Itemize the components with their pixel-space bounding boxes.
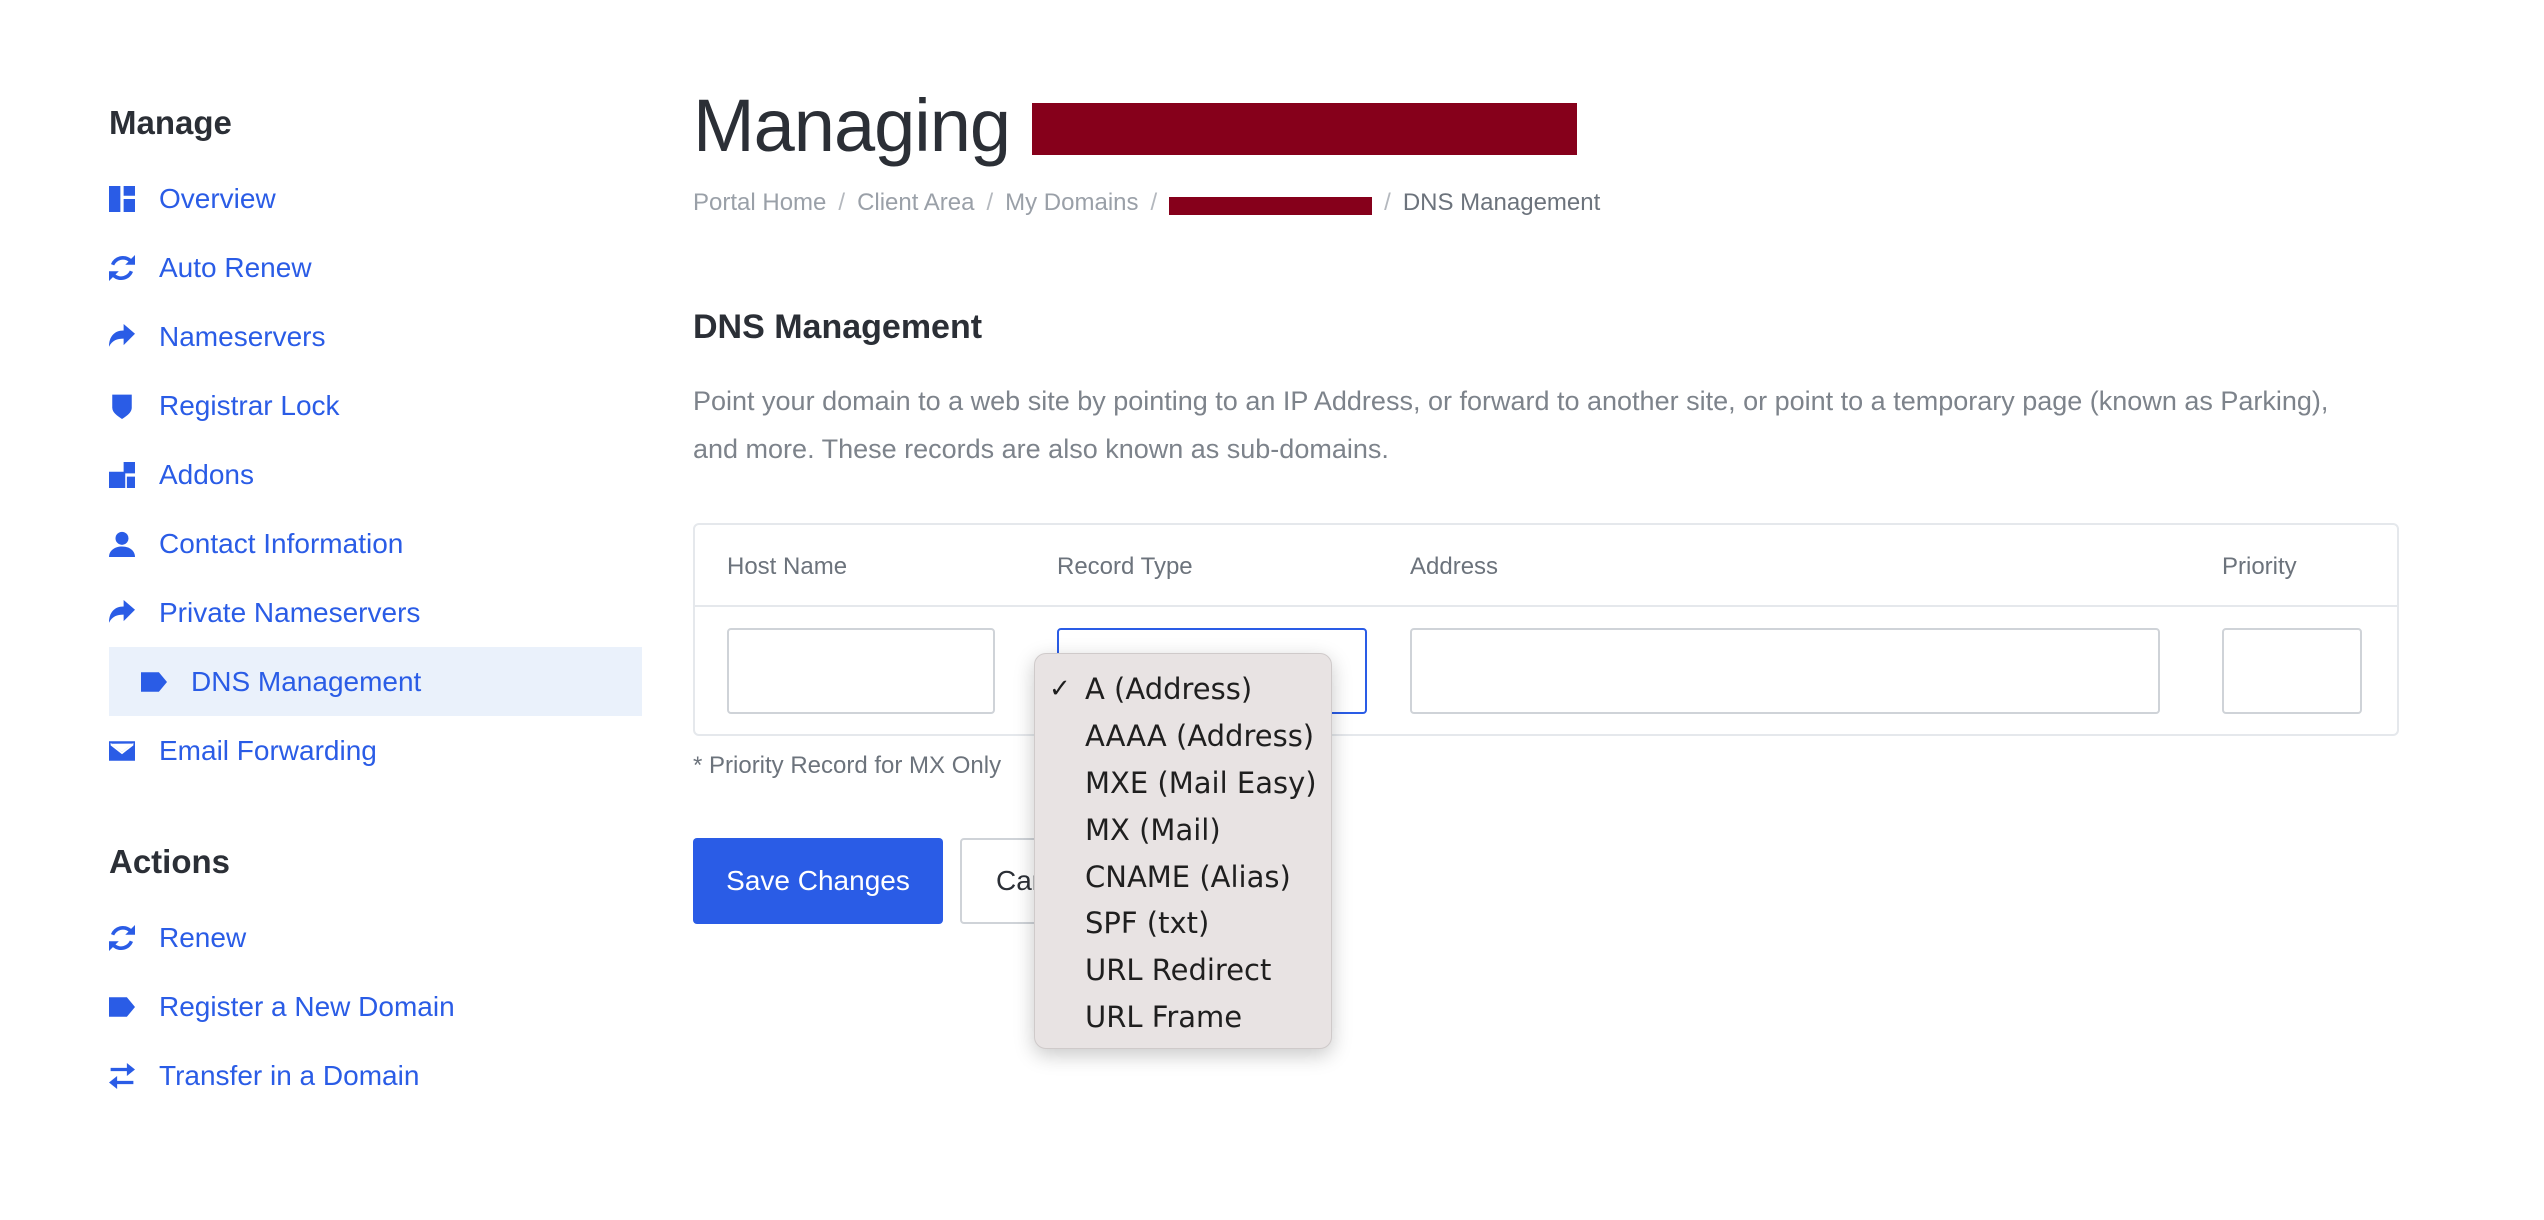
action-register-new-domain[interactable]: Register a New Domain <box>109 972 642 1041</box>
breadcrumb-portal-home[interactable]: Portal Home <box>693 189 826 217</box>
section-title: DNS Management <box>693 308 983 346</box>
breadcrumb-current: DNS Management <box>1402 189 1601 216</box>
record-type-option-url-frame[interactable]: URL Frame <box>1035 994 1331 1041</box>
sidebar-item-contact-information[interactable]: Contact Information <box>109 509 642 578</box>
host-name-input[interactable] <box>727 628 995 714</box>
option-label: A (Address) <box>1085 672 1253 707</box>
column-priority: Priority <box>2222 553 2297 580</box>
redacted-breadcrumb-domain[interactable] <box>1169 197 1373 215</box>
sidebar-item-private-nameservers[interactable]: Private Nameservers <box>109 578 642 647</box>
column-address: Address <box>1410 553 1499 580</box>
record-type-option-a[interactable]: ✓ A (Address) <box>1035 666 1331 713</box>
option-label: URL Frame <box>1085 999 1243 1034</box>
sidebar-item-auto-renew[interactable]: Auto Renew <box>109 233 642 302</box>
sync-icon <box>109 254 135 281</box>
sidebar: Manage Overview Auto Renew Nameservers R… <box>109 98 642 1110</box>
breadcrumb: Portal Home / Client Area / My Domains /… <box>693 188 2399 218</box>
action-transfer-domain[interactable]: Transfer in a Domain <box>109 1041 642 1110</box>
dashboard-icon <box>109 185 135 212</box>
main-content: Managing Portal Home / Client Area / My … <box>693 80 2399 924</box>
breadcrumb-separator: / <box>838 189 846 216</box>
tag-icon <box>109 994 135 1020</box>
share-arrow-icon <box>109 323 135 350</box>
sidebar-item-label: DNS Management <box>191 665 422 697</box>
tag-icon <box>141 669 167 695</box>
action-label: Register a New Domain <box>159 990 455 1022</box>
table-row <box>695 607 2397 736</box>
breadcrumb-my-domains[interactable]: My Domains <box>1005 189 1138 217</box>
section-description: Point your domain to a web site by point… <box>693 386 2329 464</box>
sidebar-item-overview[interactable]: Overview <box>109 164 642 233</box>
form-actions: Save Changes Cancel <box>693 838 2399 924</box>
page-header: Managing <box>693 80 2399 170</box>
address-input[interactable] <box>1410 628 2160 714</box>
page-title: Managing <box>693 83 1011 167</box>
sidebar-item-addons[interactable]: Addons <box>109 440 642 509</box>
sidebar-item-email-forwarding[interactable]: Email Forwarding <box>109 716 642 785</box>
record-type-option-cname[interactable]: CNAME (Alias) <box>1035 853 1331 900</box>
record-type-dropdown-menu: ✓ A (Address) AAAA (Address) MXE (Mail Ea… <box>1034 653 1332 1049</box>
record-type-option-mx[interactable]: MX (Mail) <box>1035 806 1331 853</box>
sidebar-item-label: Registrar Lock <box>159 389 340 421</box>
table-header: Host Name Record Type Address Priority <box>695 525 2397 607</box>
manage-nav: Overview Auto Renew Nameservers Registra… <box>109 164 642 785</box>
actions-heading: Actions <box>109 843 231 880</box>
sidebar-item-dns-management[interactable]: DNS Management <box>109 647 642 716</box>
envelope-icon <box>109 738 135 764</box>
sidebar-item-label: Auto Renew <box>159 251 312 283</box>
option-label: CNAME (Alias) <box>1085 859 1291 894</box>
column-host-name: Host Name <box>727 553 848 580</box>
record-type-option-spf[interactable]: SPF (txt) <box>1035 900 1331 947</box>
manage-heading: Manage <box>109 104 232 141</box>
option-label: SPF (txt) <box>1085 906 1210 941</box>
save-changes-button[interactable]: Save Changes <box>693 838 943 924</box>
option-label: MXE (Mail Easy) <box>1085 765 1317 800</box>
breadcrumb-separator: / <box>986 189 994 216</box>
sidebar-item-nameservers[interactable]: Nameservers <box>109 302 642 371</box>
option-label: AAAA (Address) <box>1085 719 1315 754</box>
sidebar-item-label: Contact Information <box>159 527 404 559</box>
actions-nav: Renew Register a New Domain Transfer in … <box>109 903 642 1110</box>
breadcrumb-separator: / <box>1150 189 1158 216</box>
option-label: URL Redirect <box>1085 953 1272 988</box>
dns-records-table: Host Name Record Type Address Priority <box>693 523 2399 736</box>
sidebar-item-label: Email Forwarding <box>159 734 377 766</box>
sidebar-item-registrar-lock[interactable]: Registrar Lock <box>109 371 642 440</box>
record-type-option-aaaa[interactable]: AAAA (Address) <box>1035 713 1331 760</box>
user-icon <box>109 531 135 557</box>
shield-icon <box>109 393 135 419</box>
sync-icon <box>109 924 135 951</box>
share-arrow-icon <box>109 599 135 626</box>
record-type-option-mxe[interactable]: MXE (Mail Easy) <box>1035 760 1331 807</box>
priority-input[interactable] <box>2222 628 2362 714</box>
cubes-icon <box>109 461 135 488</box>
option-label: MX (Mail) <box>1085 812 1221 847</box>
breadcrumb-client-area[interactable]: Client Area <box>857 189 974 217</box>
exchange-icon <box>109 1062 135 1089</box>
breadcrumb-separator: / <box>1384 189 1391 216</box>
priority-note: * Priority Record for MX Only <box>693 752 1002 779</box>
record-type-option-url-redirect[interactable]: URL Redirect <box>1035 947 1331 994</box>
checkmark-icon: ✓ <box>1049 674 1071 705</box>
action-label: Renew <box>159 921 247 953</box>
action-label: Transfer in a Domain <box>159 1059 420 1091</box>
action-renew[interactable]: Renew <box>109 903 642 972</box>
sidebar-item-label: Private Nameservers <box>159 596 421 628</box>
column-record-type: Record Type <box>1057 553 1193 580</box>
sidebar-item-label: Overview <box>159 182 276 214</box>
redacted-domain-name <box>1032 103 1578 155</box>
sidebar-item-label: Nameservers <box>159 320 326 352</box>
sidebar-item-label: Addons <box>159 458 254 490</box>
